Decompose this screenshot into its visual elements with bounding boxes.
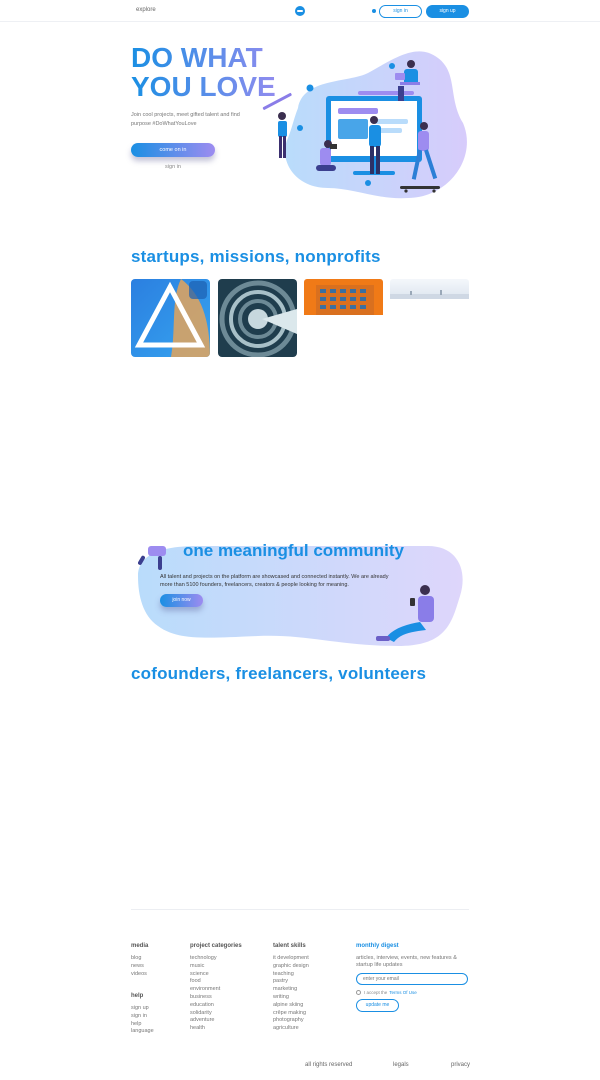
footer-link-language[interactable]: language: [131, 1028, 154, 1036]
terms-consent: I accept the Terms Of Use: [356, 990, 417, 995]
hero-signin-link[interactable]: sign in: [131, 164, 215, 170]
footer-help-heading: help: [131, 993, 144, 999]
footer-category-link[interactable]: health: [190, 1025, 242, 1033]
footer-link-blog[interactable]: blog: [131, 955, 148, 963]
footer-divider: [131, 909, 469, 910]
startups-heading: startups, missions, nonprofits: [131, 247, 381, 266]
footer-link-help[interactable]: help: [131, 1021, 154, 1029]
footer-skill-link[interactable]: writing: [273, 994, 309, 1002]
project-image-sky: [390, 290, 469, 299]
footer-skill-link[interactable]: photography: [273, 1017, 309, 1025]
footer-skill-link[interactable]: crêpe making: [273, 1010, 309, 1018]
footer-categories-heading: project categories: [190, 943, 242, 949]
header-signin-button[interactable]: sign in: [379, 5, 422, 18]
footer-link-sign-up[interactable]: sign up: [131, 1005, 154, 1013]
footer-category-link[interactable]: education: [190, 1002, 242, 1010]
legals-link[interactable]: legals: [393, 1062, 409, 1068]
footer-category-link[interactable]: adventure: [190, 1017, 242, 1025]
header-signup-button[interactable]: sign up: [426, 5, 469, 18]
footer-skill-link[interactable]: agriculture: [273, 1025, 309, 1033]
project-card-2[interactable]: [218, 279, 297, 357]
footer-link-sign-in[interactable]: sign in: [131, 1013, 154, 1021]
hero-title-line2: YOU LOVE: [131, 71, 276, 102]
project-card-1[interactable]: [131, 279, 210, 357]
project-card-4[interactable]: [390, 279, 469, 299]
footer-skill-link[interactable]: it development: [273, 955, 309, 963]
monthly-digest-heading: monthly digest: [356, 943, 399, 949]
hero-subtitle: Join cool projects, meet gifted talent a…: [131, 112, 240, 127]
terms-label: I accept the: [364, 990, 388, 995]
monthly-digest-description: articles, interview, events, new feature…: [356, 955, 457, 968]
footer-help-column: help sign up sign in help language: [131, 993, 154, 1036]
top-navigation-bar: explore sign in sign up: [0, 0, 600, 22]
footer-skills-heading: talent skills: [273, 943, 306, 949]
footer-skill-link[interactable]: graphic design: [273, 963, 309, 971]
footer-skill-link[interactable]: pastry: [273, 978, 309, 986]
logo-icon[interactable]: [295, 6, 305, 16]
footer-skills-column: talent skills it development graphic des…: [273, 943, 309, 1033]
project-image-triangle: [134, 279, 210, 357]
update-me-button[interactable]: update me: [356, 999, 399, 1012]
footer-link-news[interactable]: news: [131, 963, 148, 971]
footer-media-column: media blog news videos: [131, 943, 148, 978]
come-on-in-button[interactable]: come on in: [131, 143, 215, 157]
footer-category-link[interactable]: solidarity: [190, 1010, 242, 1018]
footer-categories-column: project categories technology music scie…: [190, 943, 242, 1033]
footer-category-link[interactable]: environment: [190, 986, 242, 994]
footer-category-link[interactable]: music: [190, 963, 242, 971]
project-image-spiral: [219, 280, 297, 357]
footer-link-videos[interactable]: videos: [131, 971, 148, 979]
all-rights-reserved-text: all rights reserved: [305, 1062, 353, 1068]
community-heading: one meaningful community: [183, 541, 405, 560]
footer-skill-link[interactable]: alpine skiing: [273, 1002, 309, 1010]
footer-category-link[interactable]: business: [190, 994, 242, 1002]
project-card-3[interactable]: [304, 279, 383, 315]
footer-media-heading: media: [131, 943, 149, 949]
digest-email-input[interactable]: [356, 973, 468, 985]
footer-category-link[interactable]: science: [190, 971, 242, 979]
community-description: All talent and projects on the platform …: [160, 574, 389, 588]
talent-heading: cofounders, freelancers, volunteers: [131, 664, 427, 683]
terms-of-use-link[interactable]: Terms Of Use: [389, 990, 417, 995]
hero-title-line1: DO WHAT: [131, 42, 263, 73]
terms-checkbox[interactable]: [356, 990, 361, 995]
footer-category-link[interactable]: food: [190, 978, 242, 986]
privacy-link[interactable]: privacy: [451, 1062, 470, 1068]
project-image-building: [316, 285, 374, 315]
footer-skill-link[interactable]: marketing: [273, 986, 309, 994]
join-now-button[interactable]: join now: [160, 594, 203, 607]
hero-illustration: [262, 51, 467, 199]
footer-skill-link[interactable]: teaching: [273, 971, 309, 979]
language-dot-icon[interactable]: [372, 9, 376, 13]
footer-category-link[interactable]: technology: [190, 955, 242, 963]
explore-link[interactable]: explore: [136, 7, 156, 13]
